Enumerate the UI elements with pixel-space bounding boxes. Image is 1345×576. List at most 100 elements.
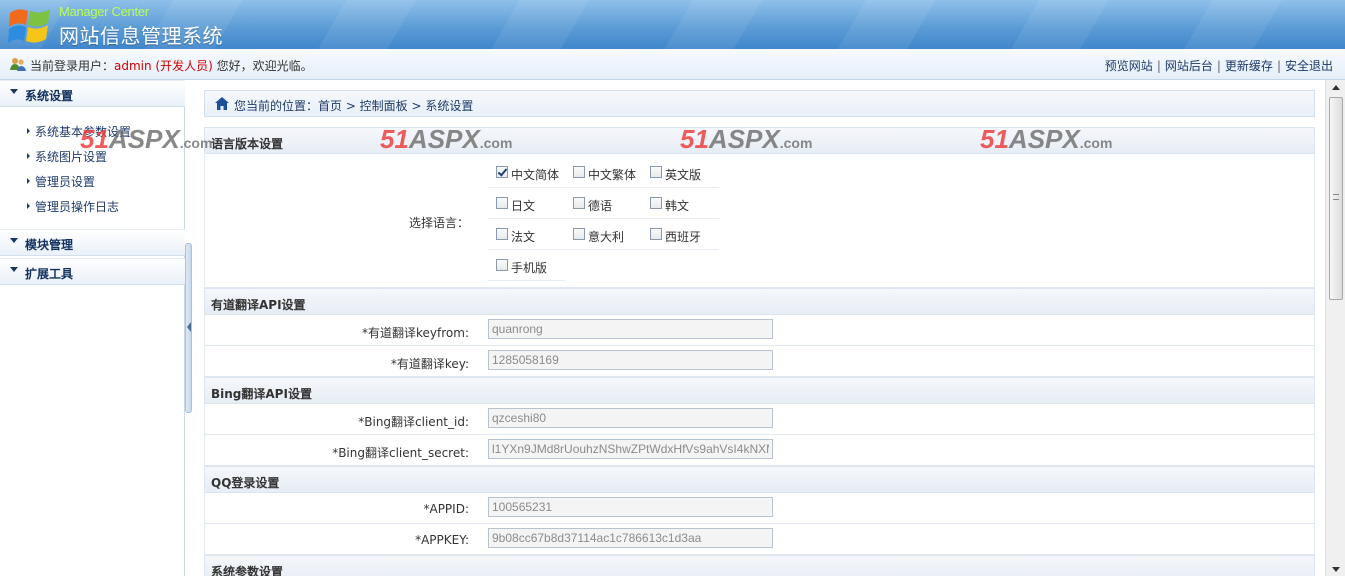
- youdao-keyfrom-input[interactable]: [488, 319, 773, 339]
- lang-option[interactable]: 法文: [488, 219, 565, 250]
- breadcrumb-text: 您当前的位置：首页 > 控制面板 > 系统设置: [234, 99, 474, 113]
- youdao-keyfrom-label: *有道翻译keyfrom:: [362, 326, 469, 340]
- checkbox[interactable]: [650, 197, 662, 209]
- checkbox[interactable]: [496, 166, 508, 178]
- separator: |: [1156, 59, 1161, 73]
- home-icon: [215, 97, 229, 110]
- section-header-system-params: 系统参数设置: [204, 555, 1315, 576]
- brand-title: 网站信息管理系统: [59, 24, 223, 48]
- checkbox[interactable]: [496, 197, 508, 209]
- checkbox[interactable]: [650, 228, 662, 240]
- lang-option[interactable]: 日文: [488, 188, 565, 219]
- sidebar-item-admin-settings[interactable]: 管理员设置: [27, 173, 95, 191]
- logout-link[interactable]: 安全退出: [1285, 59, 1333, 73]
- breadcrumb: 您当前的位置：首页 > 控制面板 > 系统设置: [204, 90, 1315, 117]
- scroll-up-arrow-icon[interactable]: [1332, 85, 1340, 90]
- vertical-scrollbar[interactable]: [1325, 80, 1345, 576]
- lang-option-label: 韩文: [665, 199, 690, 213]
- form-row: *Bing翻译client_secret:: [204, 435, 1315, 466]
- section-header-youdao: 有道翻译API设置: [204, 288, 1315, 315]
- lang-option[interactable]: 德语: [565, 188, 642, 219]
- checkbox[interactable]: [650, 166, 662, 178]
- scroll-down-arrow-icon[interactable]: [1332, 567, 1340, 572]
- caret-down-icon: [10, 267, 18, 272]
- lang-option-label: 意大利: [588, 230, 625, 244]
- bullet-arrow-icon: [27, 153, 30, 159]
- separator: |: [1276, 59, 1281, 73]
- checkbox[interactable]: [573, 228, 585, 240]
- windows-logo-icon: [8, 9, 50, 43]
- lang-option-label: 中文繁体: [588, 168, 637, 182]
- lang-option-label: 英文版: [665, 168, 702, 182]
- qq-appid-input[interactable]: [488, 497, 773, 517]
- bullet-arrow-icon: [27, 128, 30, 134]
- sidebar-collapse-handle[interactable]: [185, 243, 192, 413]
- caret-down-icon: [10, 238, 18, 243]
- login-info: 当前登录用户：admin (开发人员) 您好，欢迎光临。: [30, 57, 313, 74]
- brand-english: Manager Center: [59, 4, 149, 19]
- main-content: 您当前的位置：首页 > 控制面板 > 系统设置 语言版本设置 选择语言： 中文简…: [192, 80, 1325, 576]
- section-header-qq: QQ登录设置: [204, 466, 1315, 493]
- lang-option-label: 西班牙: [665, 230, 702, 244]
- form-row: *APPID:: [204, 493, 1315, 524]
- bing-client-secret-input[interactable]: [488, 439, 773, 459]
- lang-option-label: 法文: [511, 230, 536, 244]
- checkbox[interactable]: [496, 259, 508, 271]
- preview-site-link[interactable]: 预览网站: [1105, 59, 1153, 73]
- section-title: 系统参数设置: [211, 565, 284, 576]
- lang-option-label: 德语: [588, 199, 613, 213]
- form-row: *有道翻译key:: [204, 346, 1315, 377]
- grip-icon: [1333, 194, 1339, 200]
- section-title: QQ登录设置: [211, 476, 280, 490]
- form-row: *APPKEY:: [204, 524, 1315, 555]
- site-admin-link[interactable]: 网站后台: [1165, 59, 1213, 73]
- bing-client-secret-label: *Bing翻译client_secret:: [332, 446, 469, 460]
- refresh-cache-link[interactable]: 更新缓存: [1225, 59, 1273, 73]
- section-title: Bing翻译API设置: [211, 387, 312, 401]
- sidebar-item-admin-log[interactable]: 管理员操作日志: [27, 198, 119, 216]
- greeting: 您好，欢迎光临。: [212, 59, 313, 73]
- qq-appid-label: *APPID:: [423, 502, 469, 516]
- form-row: *有道翻译keyfrom:: [204, 315, 1315, 346]
- sidebar-item-label: 管理员设置: [35, 175, 96, 189]
- sidebar-item-basic-params[interactable]: 系统基本参数设置: [27, 123, 131, 141]
- lang-option[interactable]: 英文版: [642, 157, 719, 188]
- section-header-bing: Bing翻译API设置: [204, 377, 1315, 404]
- language-row: 选择语言： 中文简体 中文繁体 英文版 日文 德语 韩文 法文 意大利 西班牙 …: [204, 154, 1315, 288]
- sidebar-group-label: 扩展工具: [25, 267, 74, 281]
- lang-option[interactable]: 手机版: [488, 250, 565, 281]
- sidebar-group-system-settings[interactable]: 系统设置: [0, 80, 185, 107]
- section-title: 有道翻译API设置: [211, 298, 306, 312]
- checkbox[interactable]: [496, 228, 508, 240]
- language-label: 选择语言：: [408, 216, 469, 230]
- sidebar-item-label: 系统基本参数设置: [35, 125, 132, 139]
- scrollbar-thumb[interactable]: [1329, 97, 1343, 300]
- checkbox[interactable]: [573, 197, 585, 209]
- qq-appkey-label: *APPKEY:: [415, 533, 469, 547]
- lang-option-label: 日文: [511, 199, 536, 213]
- top-links: 预览网站 | 网站后台 | 更新缓存 | 安全退出: [1105, 57, 1333, 74]
- sidebar-group-label: 模块管理: [25, 238, 74, 252]
- youdao-key-input[interactable]: [488, 350, 773, 370]
- qq-appkey-input[interactable]: [488, 528, 773, 548]
- bing-client-id-input[interactable]: [488, 408, 773, 428]
- section-header-language: 语言版本设置: [204, 127, 1315, 154]
- sidebar: 系统设置 系统基本参数设置 系统图片设置 管理员设置 管理员操作日志 模块管理 …: [0, 80, 185, 576]
- sidebar-item-image-settings[interactable]: 系统图片设置: [27, 148, 107, 166]
- sidebar-group-extension-tools[interactable]: 扩展工具: [0, 258, 185, 285]
- checkbox[interactable]: [573, 166, 585, 178]
- bullet-arrow-icon: [27, 178, 30, 184]
- form-row: *Bing翻译client_id:: [204, 404, 1315, 435]
- status-bar: 当前登录用户：admin (开发人员) 您好，欢迎光临。 预览网站 | 网站后台 | 更…: [0, 49, 1345, 80]
- bing-client-id-label: *Bing翻译client_id:: [358, 415, 469, 429]
- lang-option[interactable]: 中文繁体: [565, 157, 642, 188]
- lang-option[interactable]: 韩文: [642, 188, 719, 219]
- lang-option[interactable]: 西班牙: [642, 219, 719, 250]
- lang-option[interactable]: 中文简体: [488, 157, 565, 188]
- lang-option-label: 手机版: [511, 261, 548, 275]
- sidebar-item-label: 管理员操作日志: [35, 200, 120, 214]
- lang-option[interactable]: 意大利: [565, 219, 642, 250]
- sidebar-group-module-management[interactable]: 模块管理: [0, 229, 185, 256]
- arrow-left-icon: [187, 322, 191, 332]
- lang-option-label: 中文简体: [511, 168, 560, 182]
